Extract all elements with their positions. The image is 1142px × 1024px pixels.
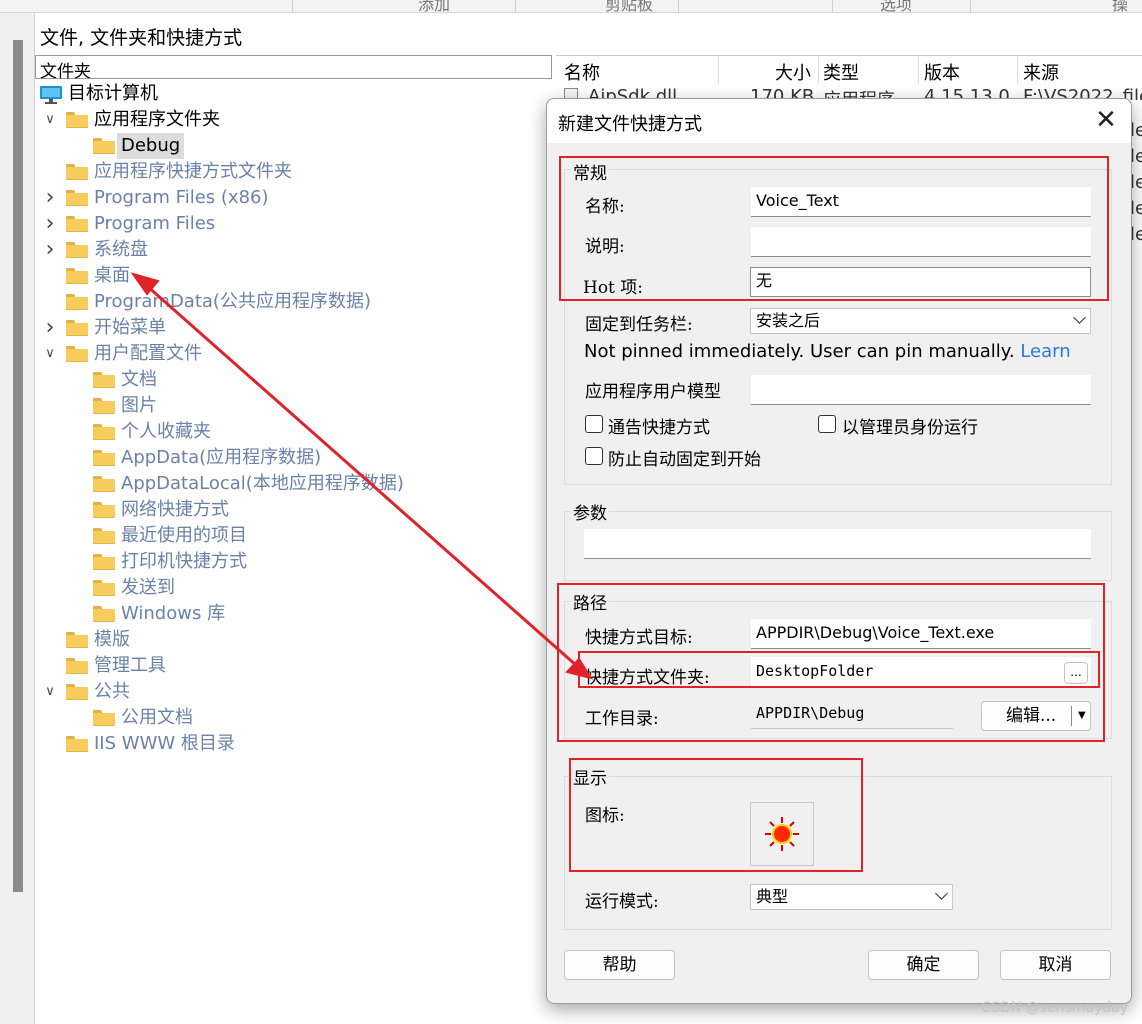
annotation-arrow: [130, 272, 594, 680]
watermark: CSDN @sensmayday: [981, 1000, 1128, 1016]
